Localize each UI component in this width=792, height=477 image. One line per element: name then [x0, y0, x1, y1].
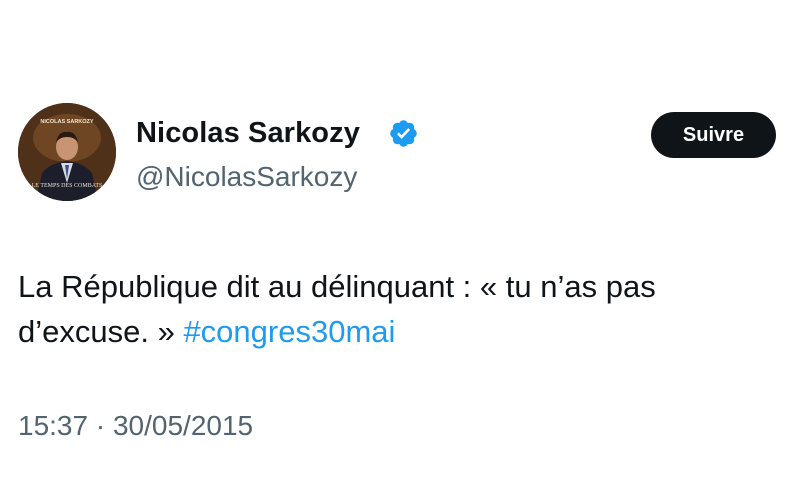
verified-badge-icon — [390, 120, 417, 147]
avatar-top-text: NICOLAS SARKOZY — [40, 119, 94, 125]
avatar-bottom-text: LE TEMPS DES COMBATS — [32, 183, 103, 189]
timestamp-separator: · — [88, 410, 113, 441]
book-cover-avatar-image: NICOLAS SARKOZY LE TEMPS DES COMBATS — [18, 103, 116, 201]
tweet-date[interactable]: 30/05/2015 — [113, 410, 253, 441]
tweet-text: La République dit au délinquant : « tu n… — [18, 264, 788, 354]
tweet-card: NICOLAS SARKOZY LE TEMPS DES COMBATS Nic… — [0, 0, 792, 477]
hashtag-link[interactable]: #congres30mai — [183, 314, 395, 349]
author-handle[interactable]: @NicolasSarkozy — [136, 161, 357, 193]
follow-button[interactable]: Suivre — [651, 112, 776, 158]
author-name[interactable]: Nicolas Sarkozy — [136, 117, 360, 150]
avatar[interactable]: NICOLAS SARKOZY LE TEMPS DES COMBATS — [18, 103, 116, 201]
tweet-time[interactable]: 15:37 — [18, 410, 88, 441]
tweet-timestamp: 15:37 · 30/05/2015 — [18, 410, 253, 442]
